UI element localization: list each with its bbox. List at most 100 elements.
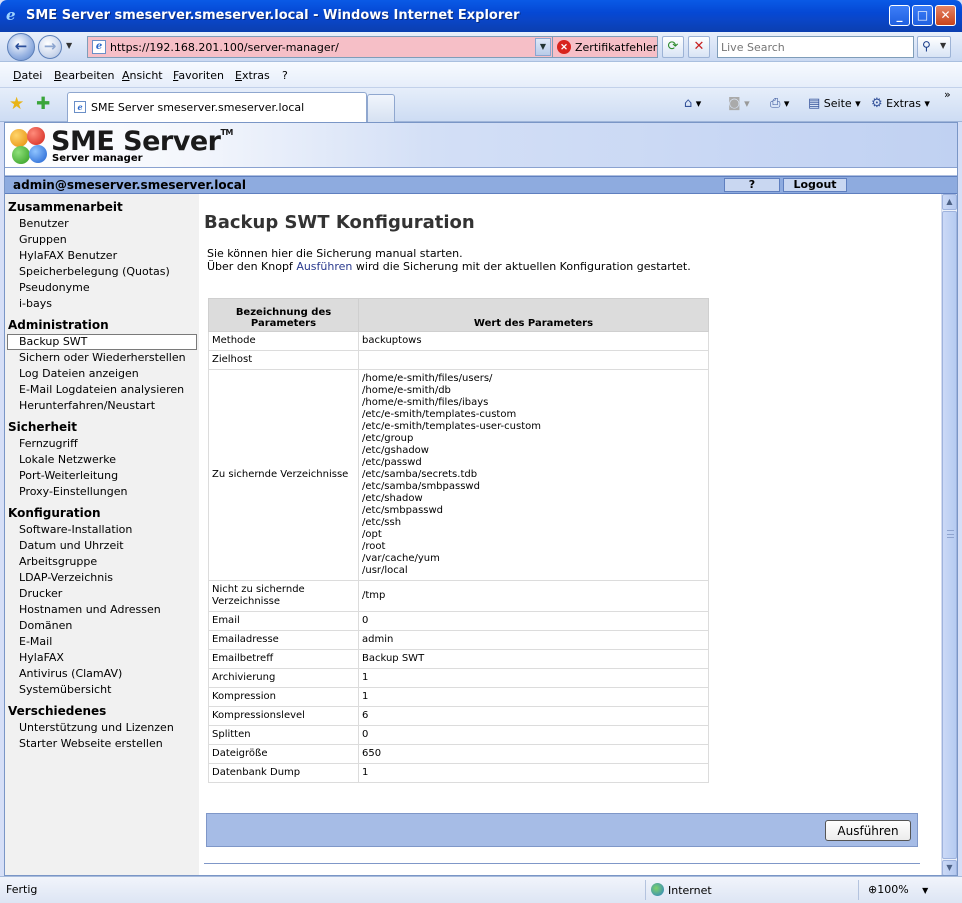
address-field[interactable]: e https://192.168.201.100/server-manager… [87, 36, 553, 58]
menu-extras[interactable]: Extras [235, 69, 270, 82]
ie-logo-icon: e [6, 6, 16, 24]
refresh-button[interactable]: ⟳ [662, 36, 684, 58]
tab-bar: ★ ✚ e SME Server smeserver.smeserver.loc… [0, 88, 962, 122]
sidebar-item[interactable]: HylaFAX [5, 650, 199, 666]
col-header-param-line2: Parameters [250, 318, 317, 329]
sidebar-item[interactable]: Systemübersicht [5, 682, 199, 698]
zoom-dropdown-icon[interactable]: ▼ [922, 886, 928, 895]
sidebar-item[interactable]: i-bays [5, 296, 199, 312]
sidebar-item[interactable]: Pseudonyme [5, 280, 199, 296]
sidebar-item[interactable]: Sichern oder Wiederherstellen [5, 350, 199, 366]
directory-entry: /etc/gshadow [362, 445, 429, 456]
sidebar-item[interactable]: Fernzugriff [5, 436, 199, 452]
sidebar-item[interactable]: Proxy-Einstellungen [5, 484, 199, 500]
gear-icon: ⚙ [871, 96, 883, 111]
search-box[interactable] [717, 36, 914, 58]
sidebar-item[interactable]: Gruppen [5, 232, 199, 248]
sidebar-item[interactable]: Lokale Netzwerke [5, 452, 199, 468]
sidebar-heading: Verschiedenes [8, 704, 107, 718]
search-dropdown-icon[interactable]: ▼ [940, 41, 946, 50]
feed-icon: ◙ [728, 96, 741, 111]
param-label: Kompression [208, 687, 359, 707]
col-header-value: Wert des Parameters [358, 298, 709, 332]
help-button[interactable]: ? [724, 178, 780, 192]
history-dropdown-icon[interactable]: ▼ [66, 41, 72, 50]
sidebar-section: Administration Backup SWT Sichern oder Wie… [5, 318, 199, 414]
toolbar-overflow-icon[interactable]: » [944, 88, 951, 101]
search-input[interactable] [718, 37, 913, 57]
ausfuehren-button[interactable]: Ausführen [825, 820, 911, 841]
button-bar: Ausführen [206, 813, 918, 847]
main-content: Backup SWT Konfiguration Sie können hier… [199, 194, 941, 875]
bottom-separator [204, 863, 920, 864]
sidebar-item[interactable]: Software-Installation [5, 522, 199, 538]
home-button[interactable]: ⌂ ▾ [684, 96, 701, 111]
ausfuehren-link[interactable]: Ausführen [296, 260, 352, 273]
sidebar-item[interactable]: Domänen [5, 618, 199, 634]
intro-text: Sie können hier die Sicherung manual sta… [207, 247, 463, 260]
tab-sme-server[interactable]: e SME Server smeserver.smeserver.local [67, 92, 367, 122]
search-icon: ⚲ [922, 39, 931, 53]
sidebar-item[interactable]: Drucker [5, 586, 199, 602]
sidebar-section: Konfiguration Software-Installation Datum … [5, 506, 199, 698]
minimize-button[interactable]: _ [889, 5, 910, 26]
certificate-error-button[interactable]: ✕ Zertifikatfehler [553, 36, 658, 58]
sidebar-item[interactable]: HylaFAX Benutzer [5, 248, 199, 264]
sidebar-item[interactable]: Antivirus (ClamAV) [5, 666, 199, 682]
scroll-down-icon[interactable]: ▼ [942, 860, 957, 875]
param-value: 1 [358, 763, 709, 783]
page-menu-button[interactable]: ▤ Seite ▾ [808, 96, 861, 111]
sme-logo-icon [10, 127, 48, 165]
status-text: Fertig [6, 883, 38, 896]
maximize-button[interactable]: □ [912, 5, 933, 26]
address-dropdown-icon[interactable]: ▼ [535, 38, 551, 56]
menu-ansicht[interactable]: Ansicht [122, 69, 163, 82]
sidebar-item[interactable]: Datum und Uhrzeit [5, 538, 199, 554]
vertical-scrollbar[interactable]: ▲ ▼ [941, 194, 957, 875]
scroll-thumb[interactable] [942, 211, 957, 859]
close-window-button[interactable]: ✕ [935, 5, 956, 26]
sidebar-item[interactable]: Hostnamen und Adressen [5, 602, 199, 618]
param-label: Email [208, 611, 359, 631]
sidebar-item[interactable]: Speicherbelegung (Quotas) [5, 264, 199, 280]
stop-button[interactable]: ✕ [688, 36, 710, 58]
address-toolbar: ← → ▼ e https://192.168.201.100/server-m… [0, 32, 962, 62]
table-row: Kompressionslevel 6 [208, 706, 709, 726]
menu-help[interactable]: ? [282, 69, 288, 82]
zoom-control[interactable]: ⊕100% ▼ [868, 883, 928, 896]
table-row: Email 0 [208, 611, 709, 631]
search-button[interactable]: ⚲ ▼ [917, 36, 951, 58]
sidebar-item[interactable]: Starter Webseite erstellen [5, 736, 199, 752]
logout-button[interactable]: Logout [783, 178, 847, 192]
favorites-star-icon[interactable]: ★ [9, 94, 24, 114]
sidebar-item[interactable]: Benutzer [5, 216, 199, 232]
certificate-shield-icon: ✕ [557, 40, 571, 54]
sidebar-item[interactable]: Arbeitsgruppe [5, 554, 199, 570]
new-tab-button[interactable] [367, 94, 395, 122]
sidebar-item[interactable]: Backup SWT [7, 334, 197, 350]
page-icon: e [92, 40, 106, 54]
sidebar-item[interactable]: Port-Weiterleitung [5, 468, 199, 484]
add-favorite-icon[interactable]: ✚ [36, 94, 50, 114]
print-button[interactable]: ⎙ ▾ [770, 96, 789, 111]
url-text[interactable]: https://192.168.201.100/server-manager/ [110, 41, 339, 54]
menu-bearbeiten[interactable]: Bearbeiten [54, 69, 114, 82]
directory-entry: /etc/ssh [362, 517, 402, 528]
sidebar-item[interactable]: Unterstützung und Lizenzen [5, 720, 199, 736]
back-button[interactable]: ← [7, 33, 35, 61]
tools-menu-button[interactable]: ⚙ Extras ▾ [871, 96, 930, 111]
sidebar-item[interactable]: E-Mail [5, 634, 199, 650]
sidebar-item[interactable]: Log Dateien anzeigen [5, 366, 199, 382]
scroll-up-icon[interactable]: ▲ [942, 194, 957, 210]
sidebar-item[interactable]: Herunterfahren/Neustart [5, 398, 199, 414]
security-zone[interactable]: Internet [651, 883, 712, 897]
sidebar-item[interactable]: LDAP-Verzeichnis [5, 570, 199, 586]
menu-datei[interactable]: Datei [13, 69, 42, 82]
forward-button[interactable]: → [38, 35, 62, 59]
window-title: SME Server smeserver.smeserver.local - W… [26, 8, 520, 23]
feeds-button[interactable]: ◙ ▾ [728, 96, 750, 111]
menu-favoriten[interactable]: Favoriten [173, 69, 224, 82]
param-label: Archivierung [208, 668, 359, 688]
table-row: Nicht zu sichernde Verzeichnisse/tmp [208, 580, 709, 612]
sidebar-item[interactable]: E-Mail Logdateien analysieren [5, 382, 199, 398]
